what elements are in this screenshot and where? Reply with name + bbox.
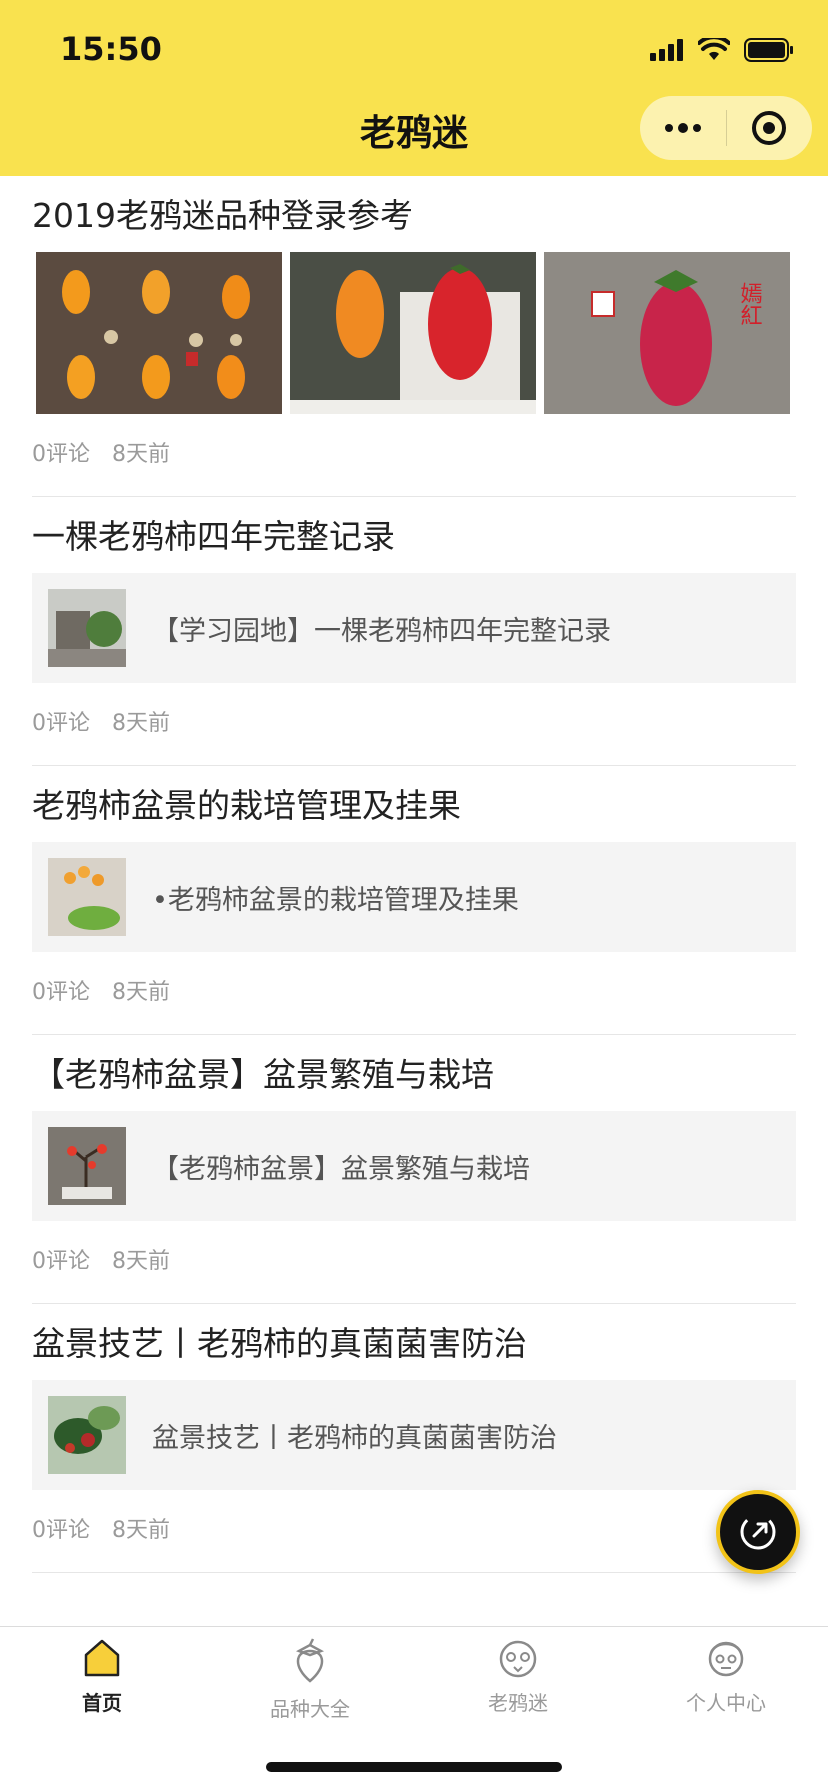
post-time: 8天前 (112, 1249, 170, 1274)
post-meta: 0评论 8天前 (32, 1490, 796, 1572)
article-link-card[interactable]: 【老鸦柿盆景】盆景繁殖与栽培 (32, 1111, 796, 1221)
tab-label: 首页 (82, 1691, 122, 1715)
article-thumbnail (48, 589, 126, 667)
comment-count: 0评论 (32, 711, 90, 736)
post-time: 8天前 (112, 442, 170, 467)
more-button[interactable] (640, 96, 726, 160)
gallery-image-red-persimmon[interactable]: 嫣紅 (544, 252, 790, 414)
share-arrow-icon (740, 1514, 776, 1550)
tab-profile[interactable]: 个人中心 (666, 1637, 786, 1716)
article-link-text: 【老鸦柿盆景】盆景繁殖与栽培 (152, 1153, 530, 1185)
post-title[interactable]: 老鸦柿盆景的栽培管理及挂果 (32, 766, 796, 842)
bird-face-icon (499, 1640, 537, 1678)
status-icons (650, 34, 794, 66)
more-dots-icon (664, 123, 701, 133)
gallery-image-persimmons-with-caliper[interactable] (290, 252, 536, 414)
post-meta: 0评论 8天前 (32, 414, 796, 496)
signal-icon (650, 39, 683, 61)
article-thumbnail (48, 858, 126, 936)
article-link-card[interactable]: 盆景技艺丨老鸦柿的真菌菌害防治 (32, 1380, 796, 1490)
home-indicator (266, 1762, 562, 1772)
post-item[interactable]: 一棵老鸦柿四年完整记录 【学习园地】一棵老鸦柿四年完整记录 0评论 8天前 (32, 497, 796, 766)
comment-count: 0评论 (32, 1249, 90, 1274)
tab-label: 个人中心 (686, 1691, 766, 1715)
tab-home[interactable]: 首页 (42, 1637, 162, 1716)
comment-count: 0评论 (32, 980, 90, 1005)
post-time: 8天前 (112, 1518, 170, 1543)
comment-count: 0评论 (32, 1518, 90, 1543)
home-icon (84, 1639, 120, 1677)
tab-label: 老鸦迷 (488, 1691, 548, 1715)
close-miniprogram-button[interactable] (727, 96, 813, 160)
post-title[interactable]: 2019老鸦迷品种登录参考 (32, 176, 796, 252)
post-meta: 0评论 8天前 (32, 1221, 796, 1303)
post-meta: 0评论 8天前 (32, 952, 796, 1034)
post-item[interactable]: 盆景技艺丨老鸦柿的真菌菌害防治 盆景技艺丨老鸦柿的真菌菌害防治 0评论 8天前 (32, 1304, 796, 1573)
post-title[interactable]: 盆景技艺丨老鸦柿的真菌菌害防治 (32, 1304, 796, 1380)
article-link-text: •老鸦柿盆景的栽培管理及挂果 (152, 884, 519, 916)
post-item[interactable]: 2019老鸦迷品种登录参考 嫣紅 0评论 8天前 (32, 176, 796, 497)
persimmon-icon (295, 1638, 325, 1683)
article-link-text: 【学习园地】一棵老鸦柿四年完整记录 (152, 615, 611, 647)
tab-label: 品种大全 (270, 1697, 350, 1721)
post-time: 8天前 (112, 711, 170, 736)
miniprogram-capsule (640, 96, 812, 160)
post-title[interactable]: 一棵老鸦柿四年完整记录 (32, 497, 796, 573)
post-item[interactable]: 老鸦柿盆景的栽培管理及挂果 •老鸦柿盆景的栽培管理及挂果 0评论 8天前 (32, 766, 796, 1035)
wifi-icon (698, 38, 730, 60)
post-feed: 2019老鸦迷品种登录参考 嫣紅 0评论 8天前 一棵老鸦柿四年完整记录 【学习… (32, 176, 796, 1573)
article-thumbnail (48, 1127, 126, 1205)
user-avatar-icon (708, 1641, 744, 1677)
post-meta: 0评论 8天前 (32, 683, 796, 765)
gallery-caption: 嫣紅 (737, 282, 763, 326)
status-time: 15:50 (60, 30, 162, 68)
article-link-card[interactable]: 【学习园地】一棵老鸦柿四年完整记录 (32, 573, 796, 683)
battery-icon (744, 38, 793, 62)
post-gallery: 嫣紅 (32, 252, 796, 414)
post-item[interactable]: 【老鸦柿盆景】盆景繁殖与栽培 【老鸦柿盆景】盆景繁殖与栽培 0评论 8天前 (32, 1035, 796, 1304)
post-time: 8天前 (112, 980, 170, 1005)
share-fab[interactable] (716, 1490, 800, 1574)
top-bar: 15:50 老鸦迷 (0, 0, 828, 176)
tab-laoyami[interactable]: 老鸦迷 (458, 1637, 578, 1716)
comment-count: 0评论 (32, 442, 90, 467)
target-circle-icon (752, 111, 787, 145)
post-title[interactable]: 【老鸦柿盆景】盆景繁殖与栽培 (32, 1035, 796, 1111)
tab-varieties[interactable]: 品种大全 (250, 1637, 370, 1722)
gallery-image-persimmons-on-soil[interactable] (36, 252, 282, 414)
article-thumbnail (48, 1396, 126, 1474)
article-link-card[interactable]: •老鸦柿盆景的栽培管理及挂果 (32, 842, 796, 952)
article-link-text: 盆景技艺丨老鸦柿的真菌菌害防治 (152, 1422, 557, 1454)
